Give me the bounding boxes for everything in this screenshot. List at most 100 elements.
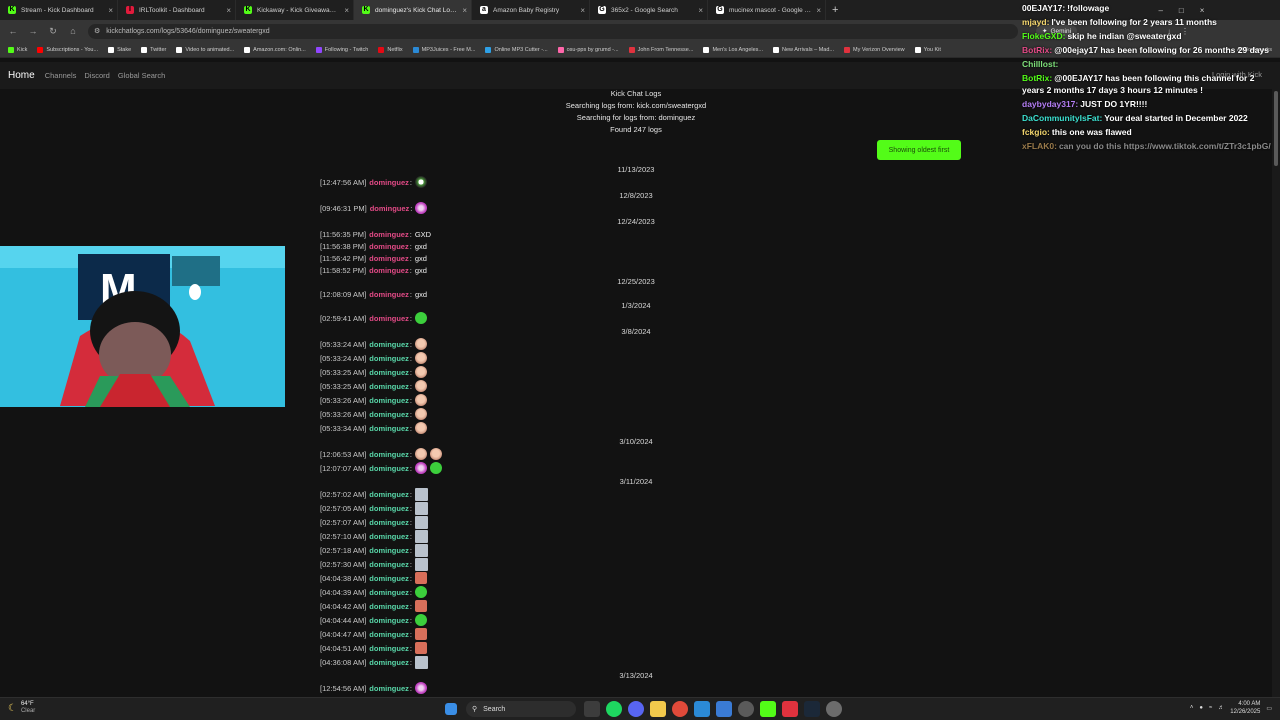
home-icon[interactable]: ⌂	[68, 26, 78, 36]
log-username[interactable]: dominguez	[369, 532, 409, 541]
log-username[interactable]: dominguez	[369, 574, 409, 583]
bookmark-item[interactable]: Kick	[8, 46, 27, 53]
close-tab-icon[interactable]: ×	[344, 6, 349, 15]
log-username[interactable]: dominguez	[369, 368, 409, 377]
log-username[interactable]: dominguez	[369, 644, 409, 653]
log-username[interactable]: dominguez	[369, 588, 409, 597]
log-separator: :	[409, 423, 412, 433]
log-username[interactable]: dominguez	[369, 450, 409, 459]
log-username[interactable]: dominguez	[369, 602, 409, 611]
chevron-up-icon[interactable]: ˄	[1190, 705, 1194, 711]
close-tab-icon[interactable]: ×	[108, 6, 113, 15]
chat-message: xFLAK0: can you do this https://www.tikto…	[1022, 140, 1272, 152]
log-username[interactable]: dominguez	[369, 630, 409, 639]
log-username[interactable]: dominguez	[369, 290, 409, 299]
kick-app-icon[interactable]	[760, 701, 776, 717]
log-username[interactable]: dominguez	[369, 546, 409, 555]
log-username[interactable]: dominguez	[369, 314, 409, 323]
volume-icon[interactable]: ♬	[1218, 705, 1224, 711]
log-username[interactable]: dominguez	[369, 242, 409, 251]
bookmark-item[interactable]: Men's Los Angeles...	[703, 46, 763, 53]
bookmark-item[interactable]: Amazon.com: Onlin...	[244, 46, 306, 53]
bookmark-item[interactable]: New Arrivals – Mad...	[773, 46, 834, 53]
file-explorer-icon[interactable]	[650, 701, 666, 717]
browser-tab[interactable]: Gmucinex mascot - Google Sear ×	[708, 0, 826, 20]
log-username[interactable]: dominguez	[369, 616, 409, 625]
tray-app-icon[interactable]: ●	[1199, 705, 1203, 711]
app-icon-photos[interactable]	[716, 701, 732, 717]
forward-icon[interactable]: →	[28, 26, 38, 36]
close-tab-icon[interactable]: ×	[462, 6, 467, 15]
log-username[interactable]: dominguez	[369, 424, 409, 433]
clock[interactable]: 4:00 AM 12/26/2025	[1230, 700, 1260, 716]
close-tab-icon[interactable]: ×	[226, 6, 231, 15]
bookmark-item[interactable]: osu-pps by grumd -...	[557, 46, 619, 53]
browser-tab[interactable]: a Amazon Baby Registry ×	[472, 0, 590, 20]
notifications-icon[interactable]: ▭	[1266, 705, 1272, 712]
log-username[interactable]: dominguez	[369, 382, 409, 391]
log-username[interactable]: dominguez	[369, 658, 409, 667]
bookmark-item[interactable]: Following - Twitch	[315, 46, 368, 53]
log-username[interactable]: dominguez	[369, 518, 409, 527]
log-username[interactable]: dominguez	[369, 254, 409, 263]
log-username[interactable]: dominguez	[369, 490, 409, 499]
bookmark-icon	[108, 46, 115, 53]
app-icon-xbox[interactable]	[738, 701, 754, 717]
discord-icon[interactable]	[628, 701, 644, 717]
log-username[interactable]: dominguez	[369, 340, 409, 349]
reload-icon[interactable]: ↻	[48, 26, 58, 37]
browser-tab[interactable]: Kdominguez's Kick Chat Logs in ×	[354, 0, 472, 20]
bookmark-item[interactable]: Netflix	[378, 46, 403, 53]
log-username[interactable]: dominguez	[369, 396, 409, 405]
taskbar-search[interactable]: ⚲ Search	[466, 701, 576, 717]
log-username[interactable]: dominguez	[370, 204, 410, 213]
log-username[interactable]: dominguez	[369, 354, 409, 363]
log-username[interactable]: dominguez	[369, 266, 409, 275]
nav-discord[interactable]: Discord	[84, 71, 109, 80]
log-username[interactable]: dominguez	[369, 560, 409, 569]
url-input[interactable]: ⚙ kickchatlogs.com/logs/53646/dominguez/…	[88, 23, 1018, 39]
task-view-icon[interactable]	[584, 701, 600, 717]
log-username[interactable]: dominguez	[369, 684, 409, 693]
page-scrollbar[interactable]	[1272, 89, 1280, 697]
bookmark-item[interactable]: John From Tennesse...	[628, 46, 693, 53]
log-username[interactable]: dominguez	[369, 410, 409, 419]
scrollbar-thumb[interactable]	[1274, 91, 1278, 166]
app-icon-red[interactable]	[782, 701, 798, 717]
log-username[interactable]: dominguez	[369, 178, 409, 187]
wifi-icon[interactable]: ≈	[1209, 705, 1212, 711]
nav-channels[interactable]: Channels	[45, 71, 77, 80]
spotify-icon[interactable]	[606, 701, 622, 717]
browser-tab[interactable]: G 365x2 - Google Search ×	[590, 0, 708, 20]
bookmark-item[interactable]: Stake	[108, 46, 132, 53]
browser-tab[interactable]: K Kickaway - Kick Giveaway Tool ×	[236, 0, 354, 20]
app-icon-blue[interactable]	[694, 701, 710, 717]
bookmark-item[interactable]: My Verizon Overview	[844, 46, 905, 53]
sort-order-button[interactable]: Showing oldest first	[877, 140, 961, 160]
log-username[interactable]: dominguez	[369, 464, 409, 473]
browser-tab[interactable]: I IRLToolkit - Dashboard ×	[118, 0, 236, 20]
log-username[interactable]: dominguez	[369, 504, 409, 513]
bookmark-item[interactable]: You Kit	[914, 46, 941, 53]
bookmark-item[interactable]: Video to animated...	[176, 46, 234, 53]
bookmark-item[interactable]: Online MP3 Cutter -...	[485, 46, 548, 53]
home-link[interactable]: Home	[8, 70, 35, 81]
browser-tab[interactable]: K Stream - Kick Dashboard ×	[0, 0, 118, 20]
steam-icon[interactable]	[804, 701, 820, 717]
settings-icon[interactable]	[826, 701, 842, 717]
bookmark-item[interactable]: Twitter	[141, 46, 166, 53]
log-username[interactable]: dominguez	[369, 230, 409, 239]
close-tab-icon[interactable]: ×	[580, 6, 585, 15]
weather-widget[interactable]: ☾ 64°F Clear	[8, 701, 35, 715]
close-tab-icon[interactable]: ×	[698, 6, 703, 15]
bookmark-item[interactable]: Subscriptions - You...	[37, 46, 98, 53]
bookmark-item[interactable]: MP3Juices - Free M...	[412, 46, 475, 53]
chrome-icon[interactable]	[672, 701, 688, 717]
windows-start-icon[interactable]	[445, 703, 457, 715]
close-tab-icon[interactable]: ×	[816, 6, 821, 15]
site-info-icon[interactable]: ⚙	[94, 27, 100, 35]
back-icon[interactable]: ←	[8, 26, 18, 36]
nav-global-search[interactable]: Global Search	[118, 71, 166, 80]
new-tab-button[interactable]: +	[826, 4, 838, 16]
bookmark-label: Stake	[117, 46, 132, 53]
